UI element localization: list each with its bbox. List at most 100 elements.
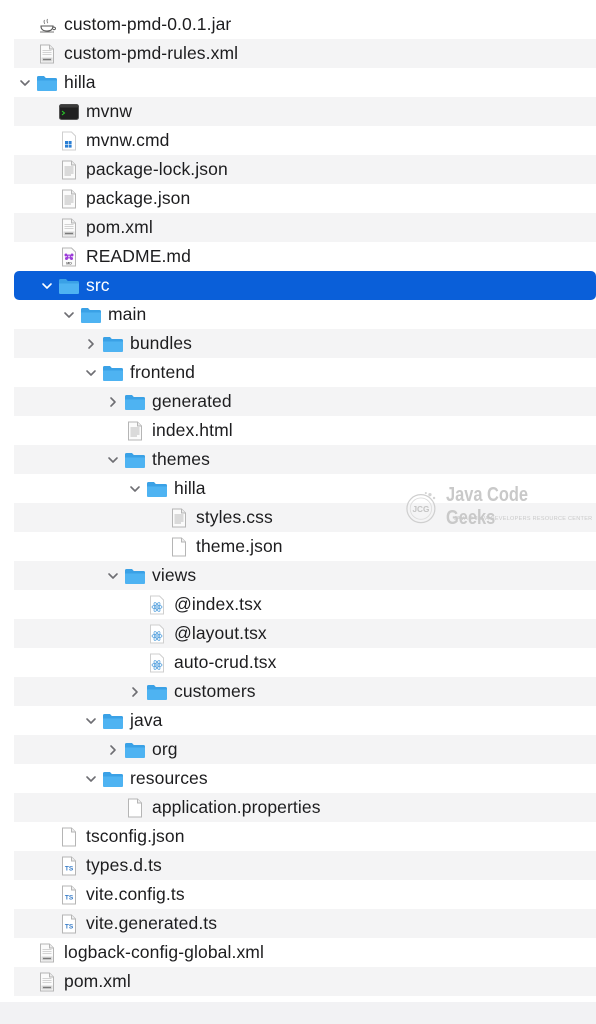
- tree-item-label: package-lock.json: [86, 159, 228, 179]
- tree-item-label: customers: [174, 681, 256, 701]
- chevron-right-icon[interactable]: [84, 334, 98, 354]
- tree-item-label: views: [152, 565, 197, 585]
- chevron-down-icon[interactable]: [128, 479, 142, 499]
- tree-item-label: styles.css: [196, 507, 273, 527]
- tree-row-main[interactable]: main: [14, 300, 596, 329]
- tree-row-org[interactable]: org: [14, 735, 596, 764]
- svg-text:TS: TS: [65, 865, 74, 872]
- folder-icon: [124, 566, 146, 586]
- chevron-down-icon[interactable]: [40, 276, 54, 296]
- tree-row-readme-md[interactable]: MD README.md: [14, 242, 596, 271]
- tree-item-label: README.md: [86, 246, 191, 266]
- tree-row-tsconfig-json[interactable]: tsconfig.json: [14, 822, 596, 851]
- jar-icon: [36, 15, 58, 35]
- tree-row-custom-pmd-0-0-1-jar[interactable]: custom-pmd-0.0.1.jar: [14, 10, 596, 39]
- folder-icon: [36, 73, 58, 93]
- ts-icon: TS: [58, 885, 80, 905]
- tree-item-label: java: [130, 710, 163, 730]
- chevron-down-icon[interactable]: [18, 73, 32, 93]
- folder-icon: [102, 769, 124, 789]
- xml-icon: [58, 218, 80, 238]
- tree-item-label: auto-crud.tsx: [174, 652, 277, 672]
- tree-item-label: application.properties: [152, 797, 321, 817]
- xml-icon: [36, 972, 58, 992]
- folder-icon: [124, 392, 146, 412]
- tree-row-logback-config-global-xml[interactable]: logback-config-global.xml: [14, 938, 596, 967]
- chevron-down-icon[interactable]: [84, 363, 98, 383]
- ts-icon: TS: [58, 914, 80, 934]
- tree-item-label: theme.json: [196, 536, 283, 556]
- xml-icon: [36, 943, 58, 963]
- tree-item-label: tsconfig.json: [86, 826, 185, 846]
- tree-row-customers[interactable]: customers: [14, 677, 596, 706]
- text-icon: [58, 160, 80, 180]
- tree-row-types-d-ts[interactable]: TS types.d.ts: [14, 851, 596, 880]
- tree-row-views[interactable]: views: [14, 561, 596, 590]
- chevron-down-icon[interactable]: [106, 566, 120, 586]
- tree-row-frontend[interactable]: frontend: [14, 358, 596, 387]
- tree-row-index-html[interactable]: index.html: [14, 416, 596, 445]
- chevron-down-icon[interactable]: [84, 769, 98, 789]
- tree-item-label: index.html: [152, 420, 233, 440]
- tree-row-custom-pmd-rules-xml[interactable]: custom-pmd-rules.xml: [14, 39, 596, 68]
- xml-icon: [36, 44, 58, 64]
- svg-text:JCG: JCG: [412, 505, 429, 514]
- svg-text:TS: TS: [65, 923, 74, 930]
- chevron-right-icon[interactable]: [106, 740, 120, 760]
- tree-row-pom-xml[interactable]: pom.xml: [14, 213, 596, 242]
- folder-icon: [102, 334, 124, 354]
- chevron-down-icon[interactable]: [62, 305, 76, 325]
- tree-row-vite-generated-ts[interactable]: TS vite.generated.ts: [14, 909, 596, 938]
- tree-row-layout-tsx[interactable]: @layout.tsx: [14, 619, 596, 648]
- text-icon: [124, 421, 146, 441]
- tree-row-hilla[interactable]: hilla: [14, 68, 596, 97]
- jcg-logo-icon: JCG: [406, 491, 436, 524]
- tree-row-mvnw[interactable]: mvnw: [14, 97, 596, 126]
- react-icon: [146, 624, 168, 644]
- tree-item-label: themes: [152, 449, 210, 469]
- tree-row-application-properties[interactable]: application.properties: [14, 793, 596, 822]
- tree-row-src[interactable]: src: [14, 271, 596, 300]
- tree-item-label: pom.xml: [64, 971, 131, 991]
- folder-icon: [124, 740, 146, 760]
- tree-item-label: main: [108, 304, 147, 324]
- tree-row-resources[interactable]: resources: [14, 764, 596, 793]
- folder-icon: [146, 682, 168, 702]
- folder-icon: [102, 711, 124, 731]
- tree-row-auto-crud-tsx[interactable]: auto-crud.tsx: [14, 648, 596, 677]
- tree-row-java[interactable]: java: [14, 706, 596, 735]
- tree-item-label: custom-pmd-0.0.1.jar: [64, 14, 232, 34]
- blank-icon: [124, 798, 146, 818]
- tree-row-package-json[interactable]: package.json: [14, 184, 596, 213]
- tree-row-vite-config-ts[interactable]: TS vite.config.ts: [14, 880, 596, 909]
- folder-icon: [58, 276, 80, 296]
- tree-row-generated[interactable]: generated: [14, 387, 596, 416]
- tree-row-theme-json[interactable]: theme.json: [14, 532, 596, 561]
- tree-row-package-lock-json[interactable]: package-lock.json: [14, 155, 596, 184]
- chevron-down-icon[interactable]: [84, 711, 98, 731]
- tree-item-label: @index.tsx: [174, 594, 262, 614]
- svg-text:TS: TS: [65, 894, 74, 901]
- chevron-right-icon[interactable]: [106, 392, 120, 412]
- status-bar: [0, 1002, 596, 1024]
- chevron-right-icon[interactable]: [128, 682, 142, 702]
- tree-item-label: org: [152, 739, 178, 759]
- tree-row-themes[interactable]: themes: [14, 445, 596, 474]
- tree-row-mvnw-cmd[interactable]: mvnw.cmd: [14, 126, 596, 155]
- tree-row-bundles[interactable]: bundles: [14, 329, 596, 358]
- tree-row-index-tsx[interactable]: @index.tsx: [14, 590, 596, 619]
- chevron-down-icon[interactable]: [106, 450, 120, 470]
- tree-item-label: types.d.ts: [86, 855, 162, 875]
- tree-row-pom-xml[interactable]: pom.xml: [14, 967, 596, 996]
